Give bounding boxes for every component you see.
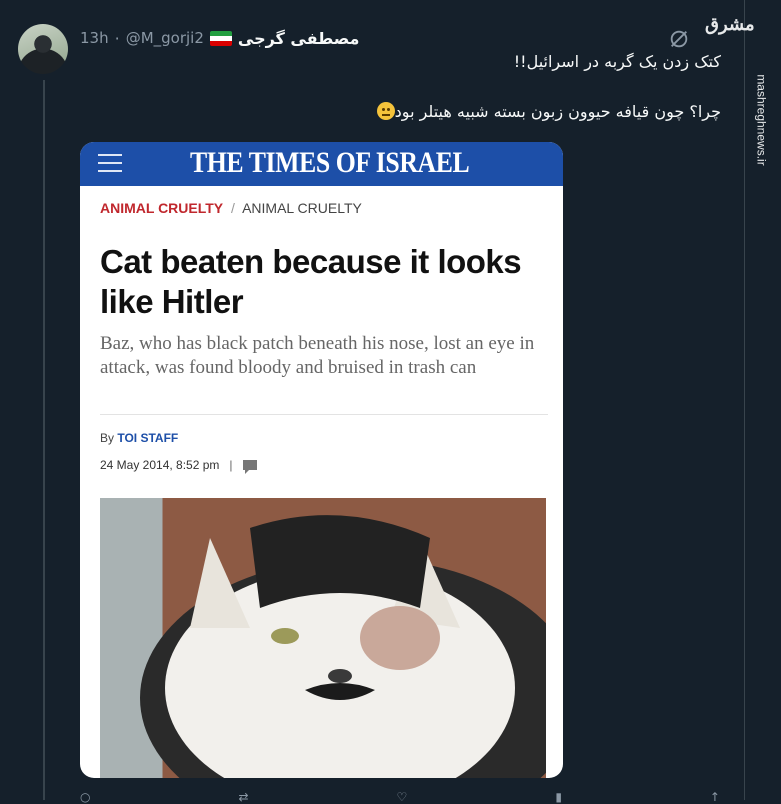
share-icon[interactable]: ↑ <box>710 790 720 804</box>
category-label: ANIMAL CRUELTY <box>100 200 224 216</box>
masthead: THE TIMES OF ISRAEL <box>190 146 470 179</box>
subcategory-label: ANIMAL CRUELTY <box>242 200 362 216</box>
article-date-row: 24 May 2014, 8:52 pm | <box>100 458 257 474</box>
watermark-logo: مشرق <box>705 14 755 35</box>
tweet-text-line2-text: چرا؟ چون قیافه حیوون زبون بسته شبیه هیتل… <box>394 102 721 121</box>
thread-line <box>43 80 45 800</box>
cat-image <box>140 515 546 778</box>
avatar[interactable] <box>18 24 68 74</box>
tweet-actions: ○ ⇄ ♡ ▮ ↑ <box>80 790 720 804</box>
breadcrumb: ANIMAL CRUELTY / ANIMAL CRUELTY <box>100 200 362 216</box>
confused-face-icon <box>376 102 395 120</box>
grok-icon[interactable] <box>668 28 690 50</box>
author-name: TOI STAFF <box>117 431 179 445</box>
separator-dot: · <box>114 28 120 48</box>
user-handle[interactable]: @M_gorji2 <box>126 29 204 47</box>
article-headline: Cat beaten because it looks like Hitler <box>100 243 522 320</box>
tweet-text-line2: چرا؟ چون قیافه حیوون زبون بسته شبیه هیتل… <box>375 102 721 121</box>
article-card[interactable]: THE TIMES OF ISRAEL ANIMAL CRUELTY / ANI… <box>80 142 563 778</box>
watermark-url: mashreghnews.ir <box>755 74 769 166</box>
article-subtitle: Baz, who has black patch beneath his nos… <box>100 333 535 378</box>
views-icon[interactable]: ▮ <box>555 790 562 804</box>
article-photo <box>100 498 546 778</box>
display-name[interactable]: مصطفی گرجی <box>238 29 360 48</box>
divider <box>100 414 548 415</box>
comment-icon <box>242 460 257 474</box>
reply-icon[interactable]: ○ <box>80 790 90 804</box>
byline-prefix: By <box>100 431 115 445</box>
byline: By TOI STAFF <box>100 431 178 445</box>
date-separator: | <box>229 458 233 472</box>
article-date: 24 May 2014, 8:52 pm <box>100 458 220 472</box>
tweet-text-line1: کتک زدن یک گربه در اسرائیل!! <box>513 52 721 71</box>
retweet-icon[interactable]: ⇄ <box>238 790 248 804</box>
tweet-header: 13h · @M_gorji2 مصطفی گرجی <box>80 26 370 50</box>
iran-flag-icon <box>209 30 232 46</box>
tweet-time[interactable]: 13h <box>80 29 109 47</box>
site-banner: THE TIMES OF ISRAEL <box>80 142 563 186</box>
menu-icon <box>98 154 122 172</box>
breadcrumb-separator: / <box>231 200 235 216</box>
like-icon[interactable]: ♡ <box>397 790 408 804</box>
